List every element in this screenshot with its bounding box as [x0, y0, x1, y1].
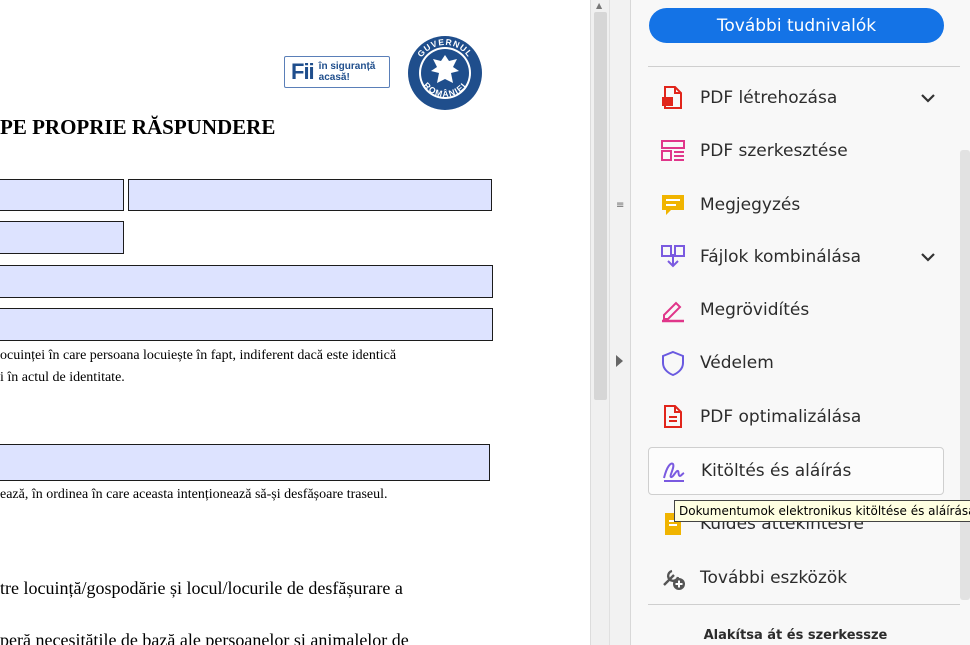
tool-edit-pdf[interactable]: PDF szerkesztése [648, 127, 944, 175]
tool-label: PDF létrehozása [700, 88, 838, 108]
tool-more-tools[interactable]: További eszközök [648, 554, 944, 602]
tool-redact[interactable]: Megrövidítés [648, 286, 944, 334]
form-field-6[interactable] [0, 444, 490, 481]
tool-label: Megrövidítés [700, 300, 810, 320]
more-tools-icon [663, 569, 685, 590]
document-heading: PE PROPRIE RĂSPUNDERE [0, 115, 276, 139]
comment-icon [662, 195, 684, 215]
tool-label: Megjegyzés [700, 195, 801, 215]
form-field-2[interactable] [128, 179, 492, 211]
fii-in-siguranta-badge: Fii în siguranță acasă! [284, 56, 390, 88]
body-paragraph-2: peră necesitățile de bază ale persoanelo… [0, 630, 409, 645]
tool-label: További eszközök [700, 568, 848, 588]
tool-combine-files[interactable]: Fájlok kombinálása [648, 233, 944, 281]
tool-comment[interactable]: Megjegyzés [648, 181, 944, 229]
badge-line-2: acasă! [318, 72, 350, 83]
route-note: ează, în ordinea în care aceasta intenți… [0, 487, 388, 502]
body-paragraph-1: tre locuință/gospodărie și locul/locuril… [0, 578, 403, 598]
tools-pane-scrollbar[interactable] [960, 150, 970, 600]
edit-pdf-icon [661, 140, 685, 161]
badge-fii-text: Fii [291, 59, 315, 84]
tool-protect[interactable]: Védelem [648, 339, 944, 387]
form-field-1[interactable] [0, 179, 124, 211]
address-note-line-1: ocuinței în care persoana locuiește în f… [0, 348, 397, 363]
chevron-down-icon[interactable] [920, 93, 936, 103]
divider [648, 66, 960, 67]
tool-create-pdf[interactable]: PDF létrehozása [648, 74, 944, 122]
tool-label: PDF optimalizálása [700, 407, 862, 427]
tool-label: PDF szerkesztése [700, 141, 848, 161]
tool-label: Védelem [700, 353, 774, 373]
scroll-up-arrow-icon[interactable]: ▲ [596, 1, 602, 10]
drag-handle-icon[interactable]: ≡ [616, 200, 624, 211]
badge-subtitle: în siguranță acasă! [319, 61, 376, 83]
form-field-3[interactable] [0, 221, 124, 254]
more-info-button[interactable]: További tudnivalók [649, 8, 944, 43]
tool-label: Fájlok kombinálása [700, 247, 862, 267]
divider [648, 604, 960, 605]
pane-splitter[interactable]: ≡ [609, 0, 631, 645]
pdf-document-page: Fii în siguranță acasă! GUVERNUL ROMÂNIE… [0, 0, 590, 645]
address-note: ocuinței în care persoana locuiește în f… [0, 345, 396, 389]
create-pdf-icon [662, 86, 682, 109]
tool-label: Kitöltés és aláírás [701, 461, 852, 481]
address-note-line-2: i în actul de identitate. [0, 370, 125, 385]
scrollbar-thumb[interactable] [594, 12, 607, 400]
form-field-4[interactable] [0, 265, 493, 298]
badge-line-1: în siguranță [318, 61, 376, 72]
convert-edit-section-heading: Alakítsa át és szerkessze [703, 628, 888, 643]
shield-icon [662, 350, 684, 376]
optimize-pdf-icon [664, 405, 682, 428]
redact-icon [662, 301, 684, 323]
chevron-down-icon[interactable] [920, 252, 936, 262]
tools-pane: További tudnivalók PDF létrehozása PDF s… [631, 0, 970, 645]
guvernul-romaniei-seal-icon: GUVERNUL ROMÂNIEI [408, 36, 482, 110]
fill-sign-icon [663, 462, 685, 482]
tool-fill-sign[interactable]: Kitöltés és aláírás [648, 447, 944, 495]
collapse-pane-arrow-icon[interactable] [616, 355, 623, 367]
tool-optimize-pdf[interactable]: PDF optimalizálása [648, 393, 944, 441]
combine-files-icon [661, 245, 685, 268]
form-field-5[interactable] [0, 308, 493, 341]
fill-sign-tooltip: Dokumentumok elektronikus kitöltése és a… [674, 500, 970, 522]
document-scrollbar[interactable]: ▲ [590, 0, 609, 645]
